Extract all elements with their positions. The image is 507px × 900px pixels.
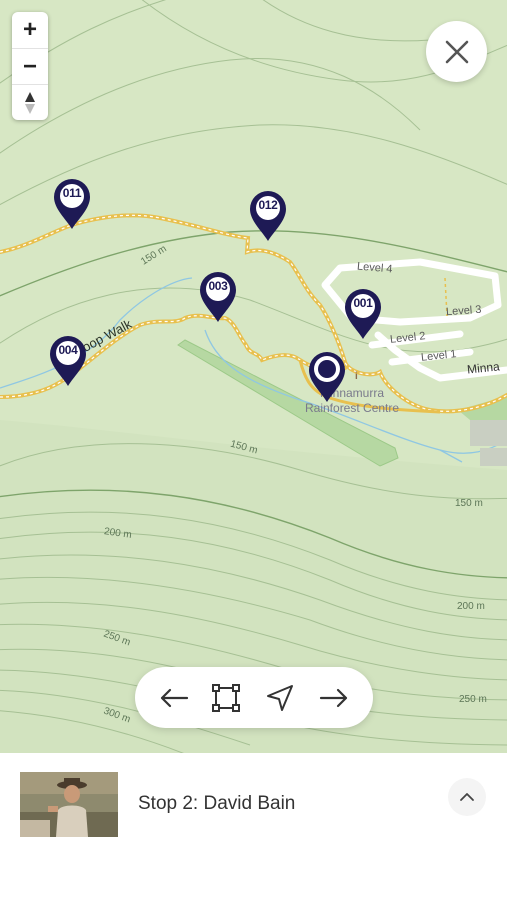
level-label: Level 3 (445, 303, 482, 319)
zoom-out-label: − (22, 53, 37, 80)
pin-number: 012 (258, 198, 278, 212)
stop-title: Stop 2: David Bain (138, 793, 296, 814)
contour-label: 150 m (455, 498, 483, 509)
pin-number: 001 (353, 296, 373, 310)
zoom-controls: + − (12, 12, 48, 120)
locate-icon (267, 685, 293, 711)
stop-thumbnail[interactable] (20, 772, 118, 837)
map-pin-012[interactable]: 012 (248, 189, 288, 243)
zoom-in-button[interactable]: + (12, 12, 48, 48)
expand-panel-button[interactable] (448, 778, 486, 816)
chevron-up-icon (460, 793, 474, 801)
compass-button[interactable] (12, 84, 48, 121)
arrow-right-icon (319, 688, 348, 708)
info-marker: i (355, 371, 358, 382)
map-pin-selected[interactable] (307, 350, 347, 404)
map-view[interactable]: oop Walk Minnamurra Rainforest Centre i … (0, 0, 507, 753)
contour-label: 200 m (457, 601, 485, 612)
zoom-in-label: + (22, 16, 37, 43)
tour-navigation-bar (135, 667, 373, 728)
close-button[interactable] (426, 21, 487, 82)
contour-label: 250 m (459, 694, 487, 705)
pin-number: 011 (62, 186, 82, 200)
close-icon (445, 40, 468, 63)
arrow-left-icon (160, 688, 189, 708)
zoom-out-button[interactable]: − (12, 48, 48, 85)
stop-photo (20, 772, 118, 837)
next-stop-button[interactable] (311, 675, 357, 721)
pin-number: 003 (208, 279, 228, 293)
stop-info-panel[interactable]: Stop 2: David Bain (0, 753, 507, 900)
fit-bounds-icon (212, 684, 240, 712)
map-pin-011[interactable]: 011 (52, 177, 92, 231)
map-pin-001[interactable]: 001 (343, 287, 383, 341)
map-pin-003[interactable]: 003 (198, 270, 238, 324)
pin-number: 004 (58, 343, 78, 357)
compass-icon (25, 92, 35, 114)
fit-bounds-button[interactable] (203, 675, 249, 721)
previous-stop-button[interactable] (151, 675, 197, 721)
selected-pin-icon (309, 352, 345, 402)
locate-me-button[interactable] (257, 675, 303, 721)
map-pin-004[interactable]: 004 (48, 334, 88, 388)
